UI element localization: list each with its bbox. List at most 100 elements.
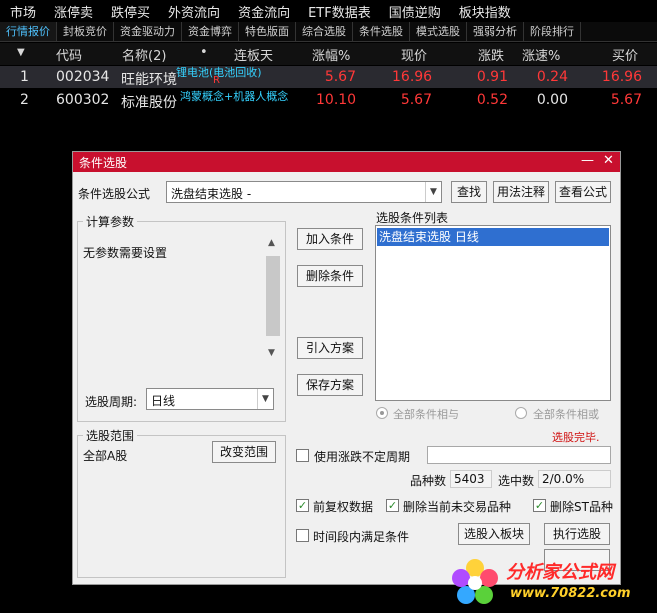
import-scheme-button[interactable]: 引入方案: [297, 337, 363, 359]
col-change[interactable]: 涨跌: [478, 45, 504, 64]
menu-foreign-flow[interactable]: 外资流向: [158, 2, 228, 21]
speed: 0.24: [536, 69, 568, 85]
col-price[interactable]: 现价: [401, 45, 427, 64]
price: 16.96: [392, 69, 433, 85]
tab-strength[interactable]: 强弱分析: [467, 22, 524, 41]
list-item[interactable]: 洗盘结束选股 日线: [377, 228, 609, 246]
to-block-button[interactable]: 选股入板块: [458, 523, 530, 545]
change-range-button[interactable]: 改变范围: [212, 441, 276, 463]
close-icon[interactable]: ✕: [603, 153, 614, 168]
params-text: 无参数需要设置: [83, 246, 168, 260]
variable-period-input[interactable]: [427, 446, 611, 464]
chevron-down-icon[interactable]: ▼: [257, 389, 273, 409]
scroll-thumb[interactable]: [266, 256, 280, 336]
usage-notes-button[interactable]: 用法注释: [493, 181, 549, 203]
params-scrollbar[interactable]: ▲ ▼: [265, 236, 281, 363]
col-consecutive-days[interactable]: 连板天: [234, 45, 273, 64]
table-row[interactable]: 2 600302 标准股份 10.10 5.67 0.52 0.00 5.67: [0, 89, 657, 111]
menu-limit-up-sell[interactable]: 涨停卖: [44, 2, 101, 21]
menu-reverse-repo[interactable]: 国债逆购: [379, 2, 449, 21]
change-pct: 10.10: [316, 92, 357, 108]
tab-composite-select[interactable]: 综合选股: [296, 22, 353, 41]
table-row[interactable]: 1 002034 旺能环境 R 5.67 16.96 0.91 0.24 16.…: [0, 66, 657, 88]
menu-etf-table[interactable]: ETF数据表: [298, 2, 379, 21]
top-menu-bar: 市场 涨停卖 跌停买 外资流向 资金流向 ETF数据表 国债逆购 板块指数: [0, 0, 657, 22]
find-button[interactable]: 查找: [451, 181, 487, 203]
menu-sector-index[interactable]: 板块指数: [449, 2, 519, 21]
exclude-st-checkbox[interactable]: ✓: [533, 499, 546, 512]
site-logo: 分析家公式网 www.70822.com: [446, 552, 656, 612]
concept-tag: 锂电池(电池回收): [176, 66, 262, 79]
tab-pattern-select[interactable]: 模式选股: [410, 22, 467, 41]
tab-auction[interactable]: 封板竞价: [57, 22, 114, 41]
period-select[interactable]: 日线 ▼: [146, 388, 274, 410]
condition-list[interactable]: 洗盘结束选股 日线: [375, 225, 611, 401]
period-value: 日线: [151, 394, 176, 408]
tab-quotes[interactable]: 行情报价: [0, 22, 57, 41]
tab-special[interactable]: 特色版面: [239, 22, 296, 41]
minimize-icon[interactable]: —: [581, 153, 594, 168]
change-pct: 5.67: [324, 69, 356, 85]
exclude-untraded-label: 删除当前未交易品种: [403, 500, 512, 514]
selected-value: 2/0.0%: [538, 470, 611, 488]
formula-select[interactable]: 洗盘结束选股 - ▼: [166, 181, 442, 203]
exclude-untraded-checkbox[interactable]: ✓: [386, 499, 399, 512]
save-scheme-button[interactable]: 保存方案: [297, 374, 363, 396]
row-index: 2: [20, 92, 29, 108]
adjust-label: 前复权数据: [313, 500, 374, 514]
selected-label: 选中数: [498, 474, 535, 488]
range-value: 全部A股: [83, 449, 128, 463]
bid: 5.67: [610, 92, 642, 108]
change: 0.52: [476, 92, 508, 108]
scroll-up-icon[interactable]: ▲: [268, 238, 275, 248]
menu-capital-flow[interactable]: 资金流向: [228, 2, 298, 21]
time-range-checkbox[interactable]: [296, 529, 309, 542]
menu-limit-down-buy[interactable]: 跌停买: [101, 2, 158, 21]
price: 5.67: [400, 92, 432, 108]
condition-list-title: 选股条件列表: [376, 211, 449, 225]
col-speed[interactable]: 涨速%: [522, 45, 560, 64]
tab-ranking[interactable]: 阶段排行: [524, 22, 581, 41]
quote-table-header: ▼ 代码 名称(2) • 连板天 涨幅% 现价 涨跌 涨速% 买价: [0, 43, 657, 65]
radio-or-label: 全部条件相或: [533, 408, 599, 421]
range-title: 选股范围: [83, 427, 138, 444]
tab-capital-drive[interactable]: 资金驱动力: [114, 22, 182, 41]
run-select-button[interactable]: 执行选股: [544, 523, 610, 545]
tab-capital-game[interactable]: 资金博弈: [182, 22, 239, 41]
tab-condition-select[interactable]: 条件选股: [353, 22, 410, 41]
params-title: 计算参数: [83, 213, 138, 230]
col-bid[interactable]: 买价: [612, 45, 638, 64]
col-code[interactable]: 代码: [56, 45, 82, 64]
stock-code: 600302: [56, 92, 110, 108]
menu-market[interactable]: 市场: [0, 2, 44, 21]
variable-period-checkbox[interactable]: [296, 449, 309, 462]
condition-select-dialog: 条件选股 — ✕ 条件选股公式 洗盘结束选股 - ▼ 查找 用法注释 查看公式 …: [72, 151, 621, 585]
logo-url: www.70822.com: [510, 586, 631, 601]
adjust-checkbox[interactable]: ✓: [296, 499, 309, 512]
bid: 16.96: [601, 69, 642, 85]
exclude-st-label: 删除ST品种: [550, 500, 613, 514]
view-formula-button[interactable]: 查看公式: [555, 181, 611, 203]
radio-or[interactable]: [515, 407, 527, 419]
add-condition-button[interactable]: 加入条件: [297, 228, 363, 250]
col-change-pct[interactable]: 涨幅%: [312, 45, 350, 64]
formula-label: 条件选股公式: [78, 187, 151, 201]
dialog-title-bar[interactable]: 条件选股 — ✕: [73, 152, 620, 172]
stock-name: 标准股份: [121, 95, 177, 111]
time-range-label: 时间段内满足条件: [313, 530, 410, 544]
dialog-title: 条件选股: [79, 156, 128, 170]
stock-code: 002034: [56, 69, 110, 85]
col-name[interactable]: 名称(2): [122, 45, 166, 64]
stock-name: 旺能环境: [121, 72, 177, 88]
count-label: 品种数: [410, 474, 447, 488]
row-index: 1: [20, 69, 29, 85]
count-value: 5403: [450, 470, 492, 488]
chevron-down-icon[interactable]: ▼: [425, 182, 441, 202]
radio-and[interactable]: [376, 407, 388, 419]
scroll-down-icon[interactable]: ▼: [268, 348, 275, 358]
status-text: 选股完毕.: [552, 431, 600, 444]
sort-icon[interactable]: ▼: [17, 47, 25, 58]
delete-condition-button[interactable]: 删除条件: [297, 265, 363, 287]
logo-name: 分析家公式网: [506, 562, 614, 583]
col-dot[interactable]: •: [200, 45, 208, 60]
